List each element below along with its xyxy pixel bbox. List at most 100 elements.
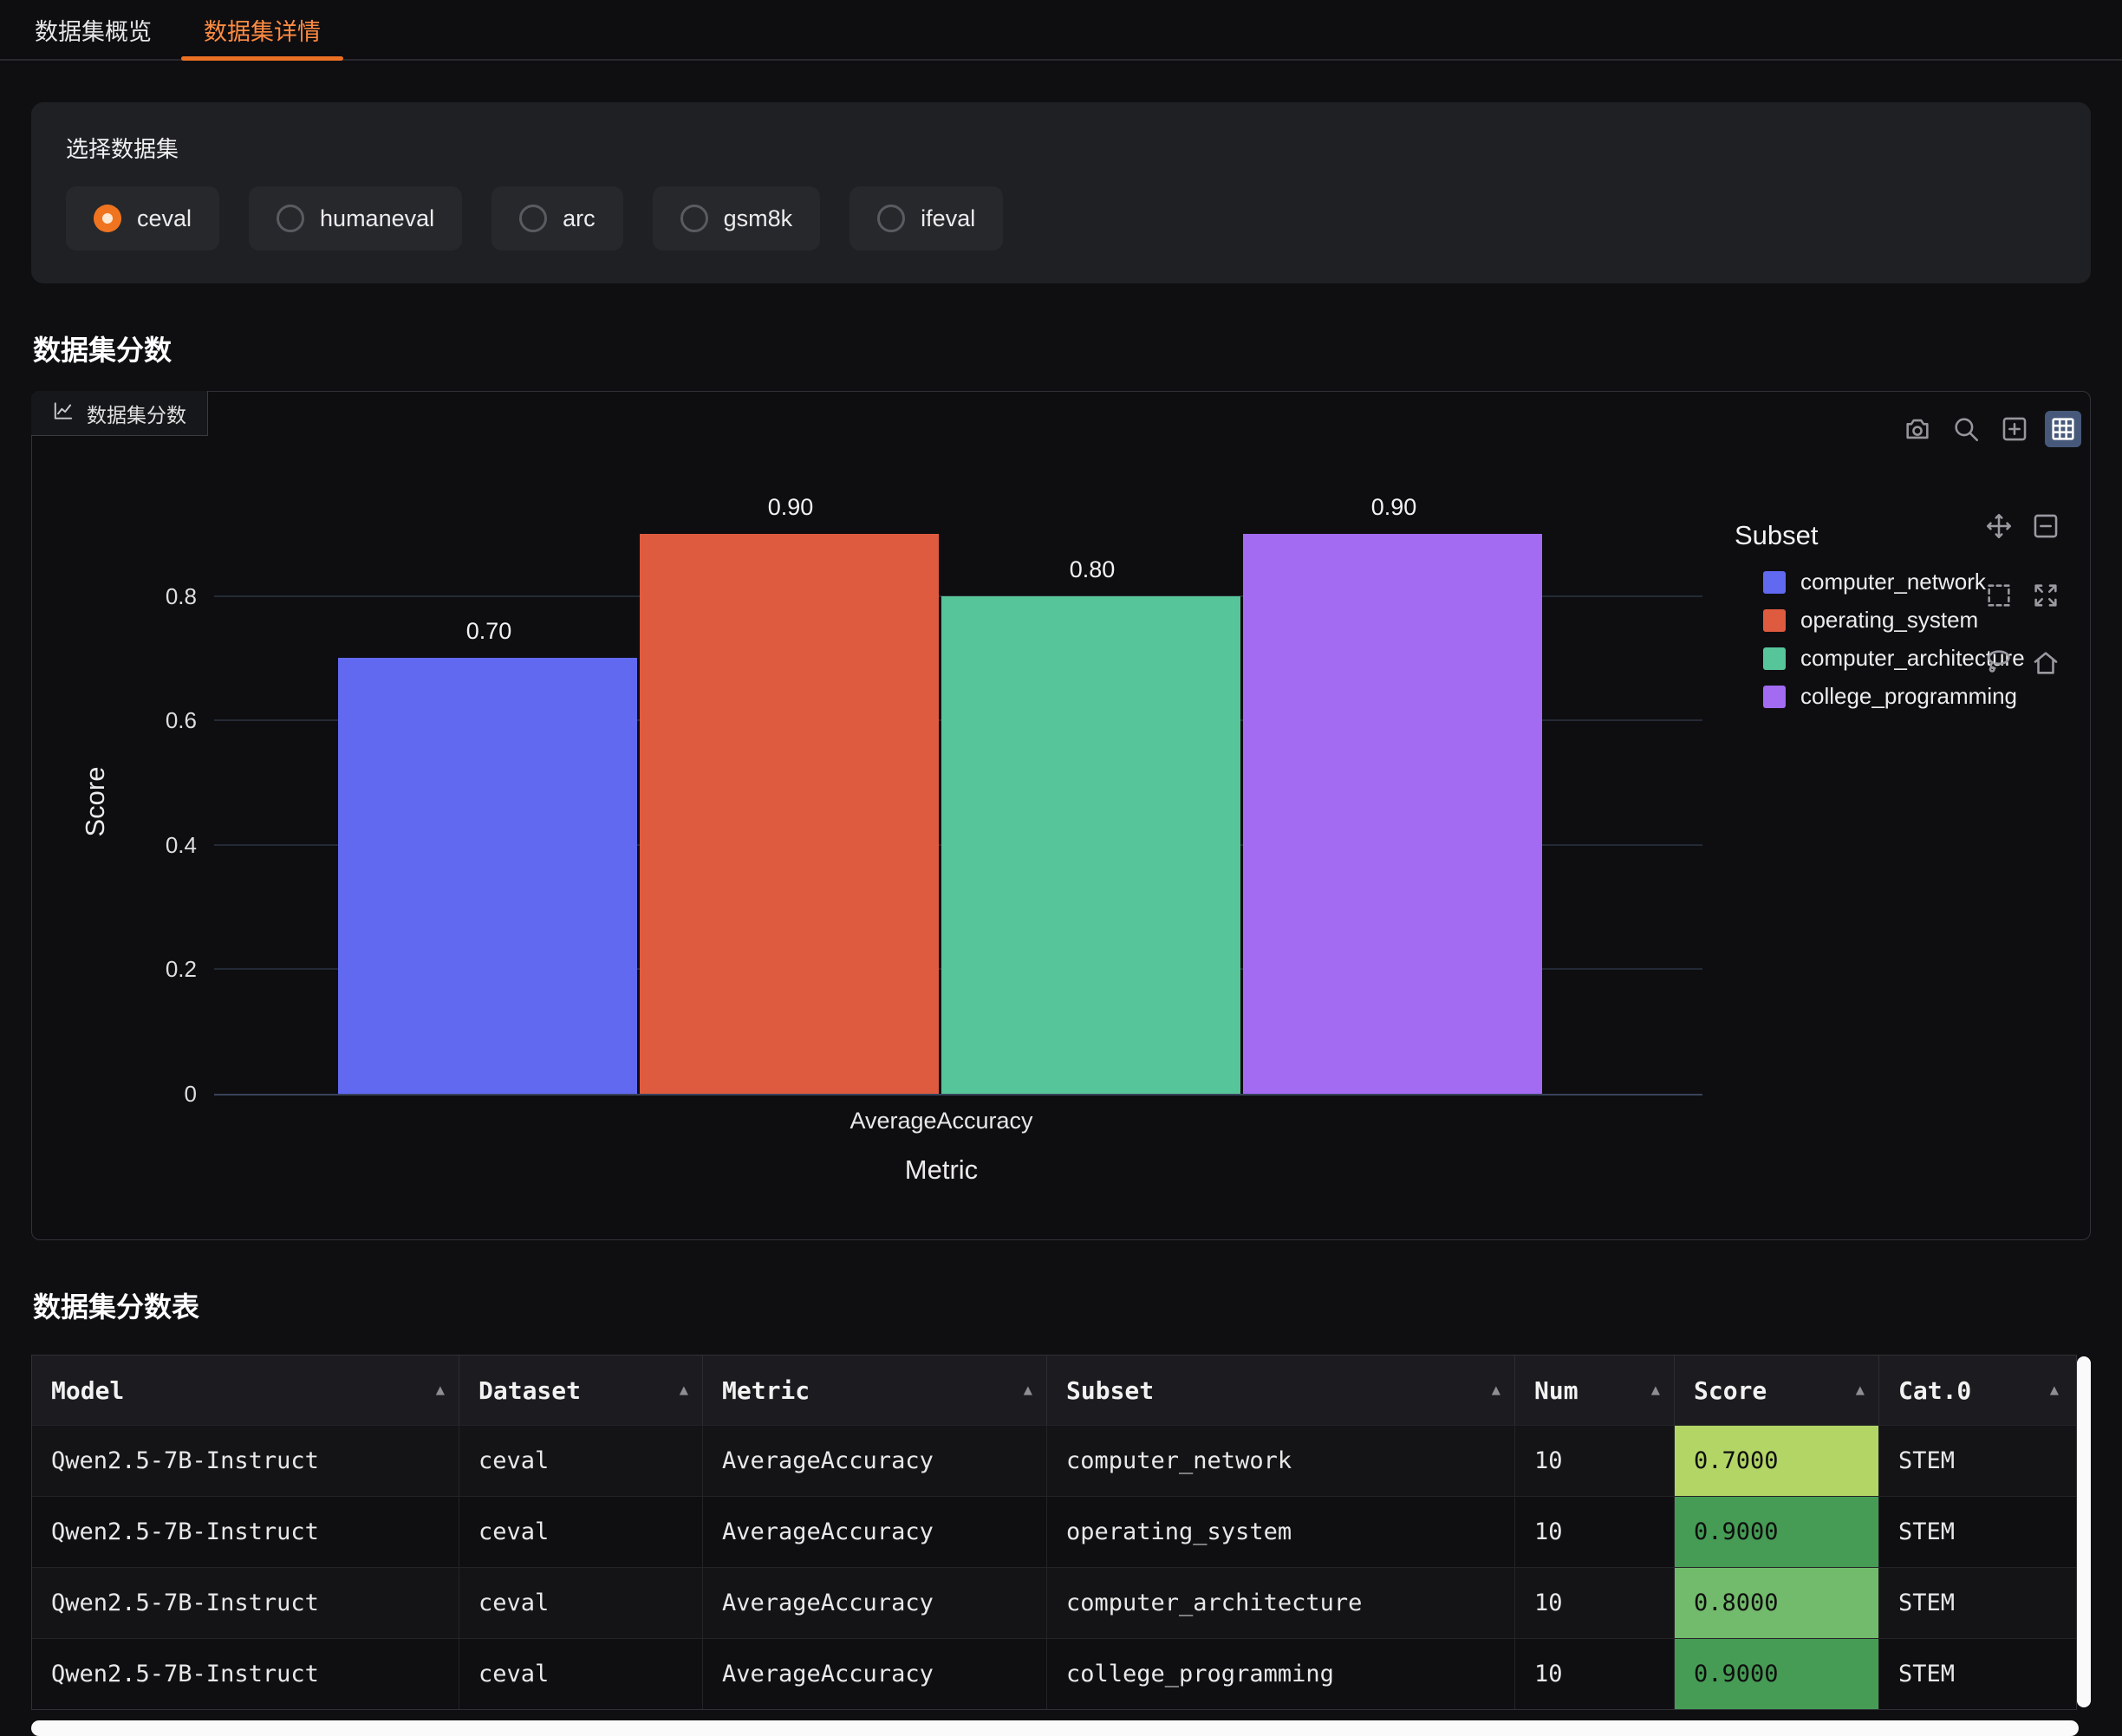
top-tab[interactable]: 数据集详情 xyxy=(178,0,347,59)
app-root: { "accent": "#ed7124", "tabs": { "items"… xyxy=(0,0,2122,1733)
cell-dataset: ceval xyxy=(459,1568,703,1638)
table-view-icon[interactable] xyxy=(2045,411,2081,447)
bar-value-label: 0.90 xyxy=(640,494,941,521)
chart-section-title: 数据集分数 xyxy=(33,328,2122,368)
cell-score: 0.8000 xyxy=(1675,1568,1879,1638)
cell-score: 0.9000 xyxy=(1675,1639,1879,1709)
dataset-option-label: arc xyxy=(563,205,596,232)
dataset-option-label: humaneval xyxy=(320,205,434,232)
score-value: 0.9000 xyxy=(1675,1497,1878,1567)
cell-dataset: ceval xyxy=(459,1639,703,1709)
legend-item-college_programming[interactable]: college_programming xyxy=(1763,683,2025,710)
bar-value-label: 0.80 xyxy=(941,556,1243,583)
radio-icon xyxy=(877,205,905,232)
scores-table: Model▲Dataset▲Metric▲Subset▲Num▲Score▲Ca… xyxy=(31,1355,2077,1710)
cell-score: 0.9000 xyxy=(1675,1497,1879,1567)
chart-panel: 数据集分数 Score 00.20.40.60.80.700.900.800.9… xyxy=(31,391,2091,1240)
table-header-subset[interactable]: Subset ▲ xyxy=(1047,1356,1515,1425)
cell-metric: AverageAccuracy xyxy=(703,1639,1047,1709)
cell-model: Qwen2.5-7B-Instruct xyxy=(32,1497,459,1567)
top-tab[interactable]: 数据集概览 xyxy=(9,0,178,59)
zoom-out-icon[interactable] xyxy=(2030,510,2061,542)
x-category-label: AverageAccuracy xyxy=(338,1108,1545,1135)
dataset-selector-title: 选择数据集 xyxy=(66,132,2056,164)
vertical-scrollbar[interactable] xyxy=(2077,1356,2091,1707)
pan-icon[interactable] xyxy=(1983,510,2015,542)
bar-computer_architecture xyxy=(941,596,1240,1094)
table-header-metric[interactable]: Metric▲ xyxy=(703,1356,1047,1425)
dataset-option-gsm8k[interactable]: gsm8k xyxy=(653,186,821,250)
x-axis-title: Metric xyxy=(338,1154,1545,1186)
cell-dataset: ceval xyxy=(459,1497,703,1567)
score-value: 0.8000 xyxy=(1675,1568,1878,1638)
column-label: Num xyxy=(1534,1376,1578,1405)
table-section-title: 数据集分数表 xyxy=(33,1285,2122,1325)
bar-value-label: 0.90 xyxy=(1243,494,1545,521)
camera-icon[interactable] xyxy=(1899,411,1936,447)
zoom-in-icon[interactable] xyxy=(1996,411,2033,447)
legend-swatch xyxy=(1763,609,1786,632)
legend-items: computer_networkoperating_systemcomputer… xyxy=(1735,569,2025,710)
bar-operating_system xyxy=(640,534,939,1094)
sort-icon[interactable]: ▲ xyxy=(436,1382,445,1399)
table-header-num[interactable]: Num ▲ xyxy=(1515,1356,1675,1425)
cell-cat0: STEM xyxy=(1879,1426,2073,1496)
chart-panel-tab[interactable]: 数据集分数 xyxy=(31,391,208,436)
sort-icon[interactable]: ▲ xyxy=(1492,1382,1500,1399)
table-header-model[interactable]: Model▲ xyxy=(32,1356,459,1425)
table-row: Qwen2.5-7B-InstructcevalAverageAccuracyo… xyxy=(32,1496,2076,1567)
y-tick-label: 0.8 xyxy=(93,582,197,610)
cell-subset: computer_network xyxy=(1047,1426,1515,1496)
zoom-icon[interactable] xyxy=(1948,411,1984,447)
lasso-icon[interactable] xyxy=(1983,646,2015,677)
plot-modebar xyxy=(1899,411,2081,447)
cell-num: 10 xyxy=(1515,1568,1675,1638)
sort-icon[interactable]: ▲ xyxy=(1024,1382,1032,1399)
table-header-score[interactable]: Score▲ xyxy=(1675,1356,1879,1425)
sort-icon[interactable]: ▲ xyxy=(680,1382,688,1399)
legend: Subset computer_network operating_systemc… xyxy=(1735,520,2025,721)
bar-value-label: 0.70 xyxy=(338,618,640,645)
y-tick-label: 0.2 xyxy=(93,955,197,983)
legend-label: computer_network xyxy=(1800,569,1986,595)
dataset-option-label: gsm8k xyxy=(724,205,793,232)
cell-metric: AverageAccuracy xyxy=(703,1426,1047,1496)
y-tick-label: 0 xyxy=(93,1080,197,1108)
sort-icon[interactable]: ▲ xyxy=(2050,1382,2059,1399)
table-row: Qwen2.5-7B-InstructcevalAverageAccuracyc… xyxy=(32,1567,2076,1638)
radio-icon xyxy=(94,205,121,232)
cell-subset: operating_system xyxy=(1047,1497,1515,1567)
bar-computer_network xyxy=(338,658,637,1094)
cell-subset: college_programming xyxy=(1047,1639,1515,1709)
sort-icon[interactable]: ▲ xyxy=(1651,1382,1660,1399)
table-header-cat-0[interactable]: Cat.0▲ xyxy=(1879,1356,2073,1425)
column-label: Subset xyxy=(1066,1376,1154,1405)
sort-icon[interactable]: ▲ xyxy=(1856,1382,1865,1399)
legend-title: Subset xyxy=(1735,520,2025,551)
dataset-option-arc[interactable]: arc xyxy=(491,186,623,250)
y-tick-label: 0.4 xyxy=(93,831,197,859)
home-icon[interactable] xyxy=(2030,647,2061,679)
legend-label: college_programming xyxy=(1800,683,2017,710)
x-axis-line xyxy=(214,1094,1702,1096)
table-header-dataset[interactable]: Dataset▲ xyxy=(459,1356,703,1425)
autoscale-icon[interactable] xyxy=(2030,580,2061,611)
box-select-icon[interactable] xyxy=(1983,580,2015,611)
dataset-radio-group: ceval humaneval arc gsm8k ifeval xyxy=(66,186,2056,250)
cell-num: 10 xyxy=(1515,1497,1675,1567)
dataset-selector-panel: 选择数据集 ceval humaneval arc gsm8k ifeval xyxy=(31,102,2091,283)
dataset-option-ifeval[interactable]: ifeval xyxy=(849,186,1003,250)
bar-college_programming xyxy=(1243,534,1542,1094)
cell-model: Qwen2.5-7B-Instruct xyxy=(32,1426,459,1496)
score-value: 0.7000 xyxy=(1675,1426,1878,1496)
cell-dataset: ceval xyxy=(459,1426,703,1496)
radio-icon xyxy=(519,205,547,232)
horizontal-scrollbar[interactable] xyxy=(31,1720,2079,1736)
dataset-option-label: ifeval xyxy=(921,205,975,232)
scores-table-wrap: Model▲Dataset▲Metric▲Subset▲Num▲Score▲Ca… xyxy=(31,1355,2091,1710)
cell-metric: AverageAccuracy xyxy=(703,1497,1047,1567)
dataset-option-humaneval[interactable]: humaneval xyxy=(249,186,462,250)
dataset-option-ceval[interactable]: ceval xyxy=(66,186,219,250)
table-header-row: Model▲Dataset▲Metric▲Subset▲Num▲Score▲Ca… xyxy=(32,1356,2076,1425)
legend-label: operating_system xyxy=(1800,607,1978,634)
